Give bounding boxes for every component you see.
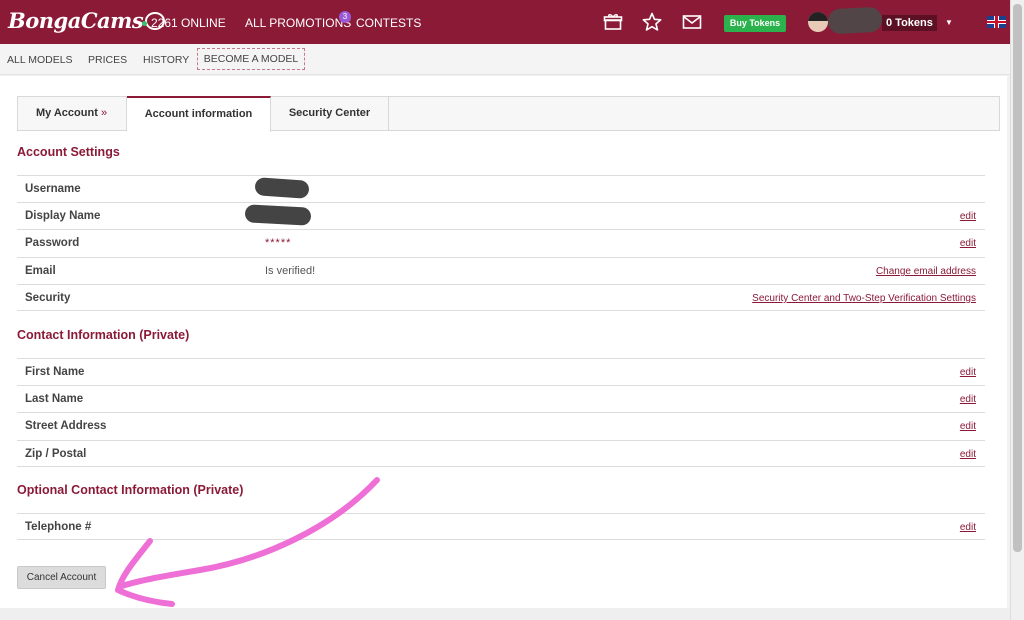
account-tabs: My Account » Account information Securit… <box>17 96 1000 132</box>
all-promotions-link[interactable]: ALL PROMOTIONS <box>245 16 351 30</box>
tab-security-center[interactable]: Security Center <box>271 96 389 131</box>
row-label: Street Address <box>25 420 107 432</box>
row-first-name: First Name edit <box>17 358 985 385</box>
promotions-badge: 3 <box>339 11 351 23</box>
row-label: Last Name <box>25 393 84 405</box>
edit-password-link[interactable]: edit <box>960 238 976 249</box>
edit-street-address-link[interactable]: edit <box>960 421 976 432</box>
row-label: First Name <box>25 366 85 378</box>
redacted-value <box>244 204 312 226</box>
contact-info-title: Contact Information (Private) <box>17 328 190 342</box>
contests-link[interactable]: CONTESTS <box>356 16 421 30</box>
password-value: ***** <box>265 237 292 249</box>
edit-display-name-link[interactable]: edit <box>960 211 976 222</box>
nav-prices[interactable]: PRICES <box>88 54 127 66</box>
chevron-down-icon[interactable]: ▼ <box>945 18 953 27</box>
row-label: Password <box>25 237 80 249</box>
scrollbar[interactable] <box>1010 0 1024 620</box>
edit-zip-postal-link[interactable]: edit <box>960 449 976 460</box>
uk-flag-icon[interactable] <box>987 16 1006 28</box>
raquo-icon: » <box>100 107 108 119</box>
nav-history[interactable]: HISTORY <box>143 54 189 66</box>
page-footer-strip <box>0 608 1010 620</box>
cancel-account-button[interactable]: Cancel Account <box>17 566 106 589</box>
edit-first-name-link[interactable]: edit <box>960 367 976 378</box>
row-label: Zip / Postal <box>25 448 87 460</box>
row-security: Security Security Center and Two-Step Ve… <box>17 284 985 311</box>
online-dot-icon <box>142 20 147 26</box>
edit-last-name-link[interactable]: edit <box>960 394 976 405</box>
row-label: Display Name <box>25 210 101 222</box>
online-count-text: 2261 ONLINE <box>151 16 226 30</box>
row-label: Telephone # <box>25 521 92 533</box>
tab-account-information[interactable]: Account information <box>127 96 271 132</box>
buy-tokens-button[interactable]: Buy Tokens <box>724 15 786 32</box>
row-label: Email <box>25 265 56 277</box>
logo-text: BongaCams <box>8 8 144 33</box>
change-email-link[interactable]: Change email address <box>876 266 976 277</box>
star-icon[interactable] <box>642 12 662 32</box>
online-count: 2261 ONLINE <box>142 16 226 30</box>
account-settings-title: Account Settings <box>17 145 120 159</box>
security-settings-link[interactable]: Security Center and Two-Step Verificatio… <box>752 293 976 304</box>
row-email: Email Is verified! Change email address <box>17 257 985 284</box>
tab-my-account-label: My Account <box>35 107 98 119</box>
scrollbar-thumb[interactable] <box>1013 4 1022 552</box>
top-bar: BongaCams 2261 ONLINE ALL PROMOTIONS 3 C… <box>0 0 1010 44</box>
sub-navigation: ALL MODELS PRICES HISTORY BECOME A MODEL <box>0 44 1010 75</box>
row-username: Username <box>17 175 985 202</box>
gift-icon[interactable] <box>603 12 623 32</box>
row-zip-postal: Zip / Postal edit <box>17 440 985 467</box>
row-telephone: Telephone # edit <box>17 513 985 540</box>
mail-icon[interactable] <box>682 12 702 32</box>
avatar[interactable] <box>808 12 828 32</box>
email-status: Is verified! <box>265 265 316 277</box>
redacted-username <box>827 6 883 35</box>
row-last-name: Last Name edit <box>17 385 985 412</box>
nav-all-models[interactable]: ALL MODELS <box>7 54 73 66</box>
row-display-name: Display Name edit <box>17 202 985 229</box>
row-label: Security <box>25 292 71 304</box>
row-street-address: Street Address edit <box>17 412 985 439</box>
redacted-value <box>254 177 310 199</box>
row-password: Password ***** edit <box>17 229 985 256</box>
tab-my-account[interactable]: My Account » <box>17 96 127 131</box>
optional-contact-title: Optional Contact Information (Private) <box>17 483 244 497</box>
become-a-model-link[interactable]: BECOME A MODEL <box>197 48 305 70</box>
edit-telephone-link[interactable]: edit <box>960 522 976 533</box>
row-label: Username <box>25 183 81 195</box>
tokens-balance[interactable]: 0 Tokens <box>882 15 937 31</box>
